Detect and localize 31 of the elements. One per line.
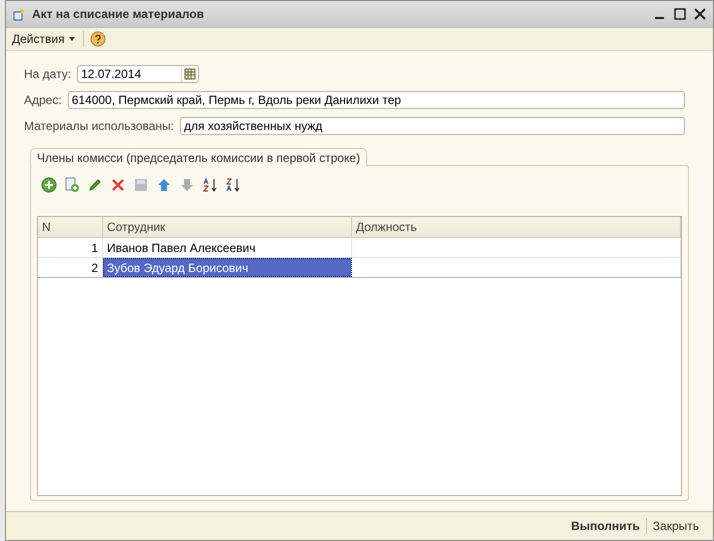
- window-title: Акт на списание материалов: [32, 7, 206, 21]
- sort-descending-icon[interactable]: [225, 177, 241, 193]
- column-header[interactable]: Должность: [352, 217, 681, 237]
- table-cell: 1: [38, 238, 103, 257]
- caret-icon: [68, 37, 75, 41]
- delete-icon[interactable]: [110, 177, 126, 193]
- field-label: На дату:: [24, 67, 72, 81]
- input-field[interactable]: 614000, Пермский край, Пермь г, Вдоль реки Данилихи тер: [68, 91, 685, 109]
- column-header[interactable]: N: [38, 217, 103, 237]
- table-cell: Зубов Эдуард Борисович: [103, 258, 352, 277]
- field-label: Адрес:: [24, 93, 62, 107]
- copy-icon[interactable]: [64, 177, 80, 193]
- maximize-icon[interactable]: [673, 7, 687, 21]
- execute-button[interactable]: Выполнить: [565, 519, 646, 533]
- pencil-icon[interactable]: [87, 177, 103, 193]
- table-row[interactable]: 2 Зубов Эдуард Борисович: [38, 258, 681, 278]
- actions-menu[interactable]: Действия: [10, 32, 77, 46]
- column-header[interactable]: Сотрудник: [103, 217, 352, 237]
- table-cell: Иванов Павел Алексеевич: [103, 238, 352, 257]
- close-icon[interactable]: [693, 7, 707, 21]
- calendar-icon[interactable]: [184, 68, 196, 80]
- add-icon[interactable]: [41, 177, 57, 193]
- help-icon[interactable]: [90, 31, 106, 47]
- tab[interactable]: Члены комисси (председатель комиссии в первой строке): [30, 148, 368, 166]
- arrow-up-icon[interactable]: [156, 177, 172, 193]
- document-icon: [12, 7, 26, 21]
- date-field[interactable]: 12.07.2014: [77, 65, 200, 83]
- field-label: Материалы использованы:: [24, 119, 174, 133]
- input-field[interactable]: для хозяйственных нужд: [180, 117, 685, 135]
- sort-ascending-icon[interactable]: [202, 177, 218, 193]
- close-button[interactable]: Закрыть: [646, 519, 705, 533]
